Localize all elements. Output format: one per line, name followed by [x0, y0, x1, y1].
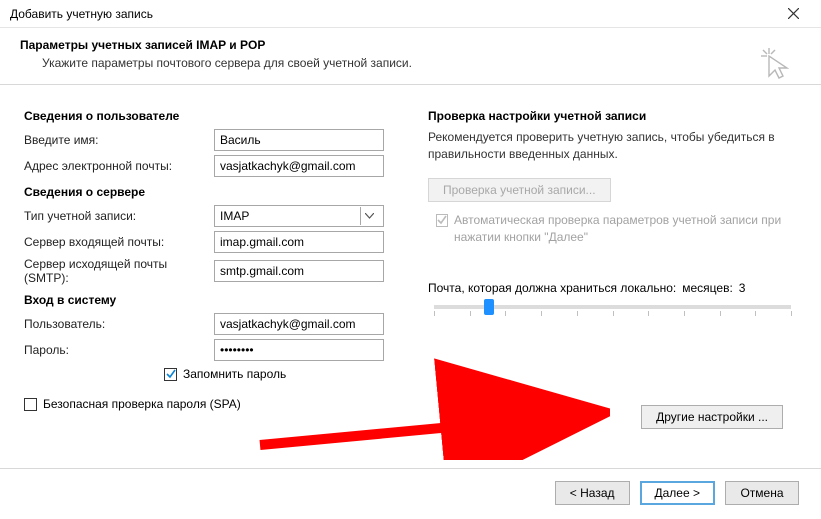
wizard-cursor-icon	[759, 46, 795, 85]
check-icon	[437, 215, 447, 225]
page-subtitle: Укажите параметры почтового сервера для …	[42, 56, 801, 70]
login-heading: Вход в систему	[24, 293, 404, 307]
test-account-button[interactable]: Проверка учетной записи...	[428, 178, 611, 202]
remember-password-checkbox[interactable]	[164, 368, 177, 381]
email-label: Адрес электронной почты:	[24, 159, 214, 173]
outgoing-server-label: Сервер исходящей почты (SMTP):	[24, 257, 214, 285]
server-info-heading: Сведения о сервере	[24, 185, 404, 199]
username-input[interactable]	[214, 313, 384, 335]
chevron-down-icon	[360, 207, 378, 225]
remember-password-label: Запомнить пароль	[183, 367, 286, 381]
cancel-button[interactable]: Отмена	[725, 481, 799, 505]
user-info-heading: Сведения о пользователе	[24, 109, 404, 123]
test-settings-desc: Рекомендуется проверить учетную запись, …	[428, 129, 797, 164]
slider-months-value: 3	[739, 281, 746, 295]
auto-test-label: Автоматическая проверка параметров учетн…	[454, 212, 797, 246]
check-icon	[166, 369, 176, 379]
next-button[interactable]: Далее >	[640, 481, 716, 505]
password-label: Пароль:	[24, 343, 214, 357]
outgoing-server-input[interactable]	[214, 260, 384, 282]
close-button[interactable]	[773, 2, 813, 26]
slider-label: Почта, которая должна храниться локально…	[428, 281, 676, 295]
test-settings-heading: Проверка настройки учетной записи	[428, 109, 797, 123]
name-label: Введите имя:	[24, 133, 214, 147]
auto-test-checkbox	[436, 214, 448, 227]
name-input[interactable]	[214, 129, 384, 151]
username-label: Пользователь:	[24, 317, 214, 331]
incoming-server-input[interactable]	[214, 231, 384, 253]
account-type-value: IMAP	[220, 209, 249, 223]
password-input[interactable]	[214, 339, 384, 361]
slider-thumb[interactable]	[484, 299, 494, 315]
slider-months-label: месяцев:	[682, 281, 733, 295]
account-type-select[interactable]: IMAP	[214, 205, 384, 227]
window-title: Добавить учетную запись	[10, 7, 773, 21]
spa-checkbox[interactable]	[24, 398, 37, 411]
close-icon	[788, 8, 799, 19]
mail-retention-slider[interactable]	[434, 305, 791, 309]
account-type-label: Тип учетной записи:	[24, 209, 214, 223]
email-input[interactable]	[214, 155, 384, 177]
page-title: Параметры учетных записей IMAP и POP	[20, 38, 801, 52]
incoming-server-label: Сервер входящей почты:	[24, 235, 214, 249]
other-settings-button[interactable]: Другие настройки ...	[641, 405, 783, 429]
spa-label: Безопасная проверка пароля (SPA)	[43, 397, 241, 411]
back-button[interactable]: < Назад	[555, 481, 630, 505]
